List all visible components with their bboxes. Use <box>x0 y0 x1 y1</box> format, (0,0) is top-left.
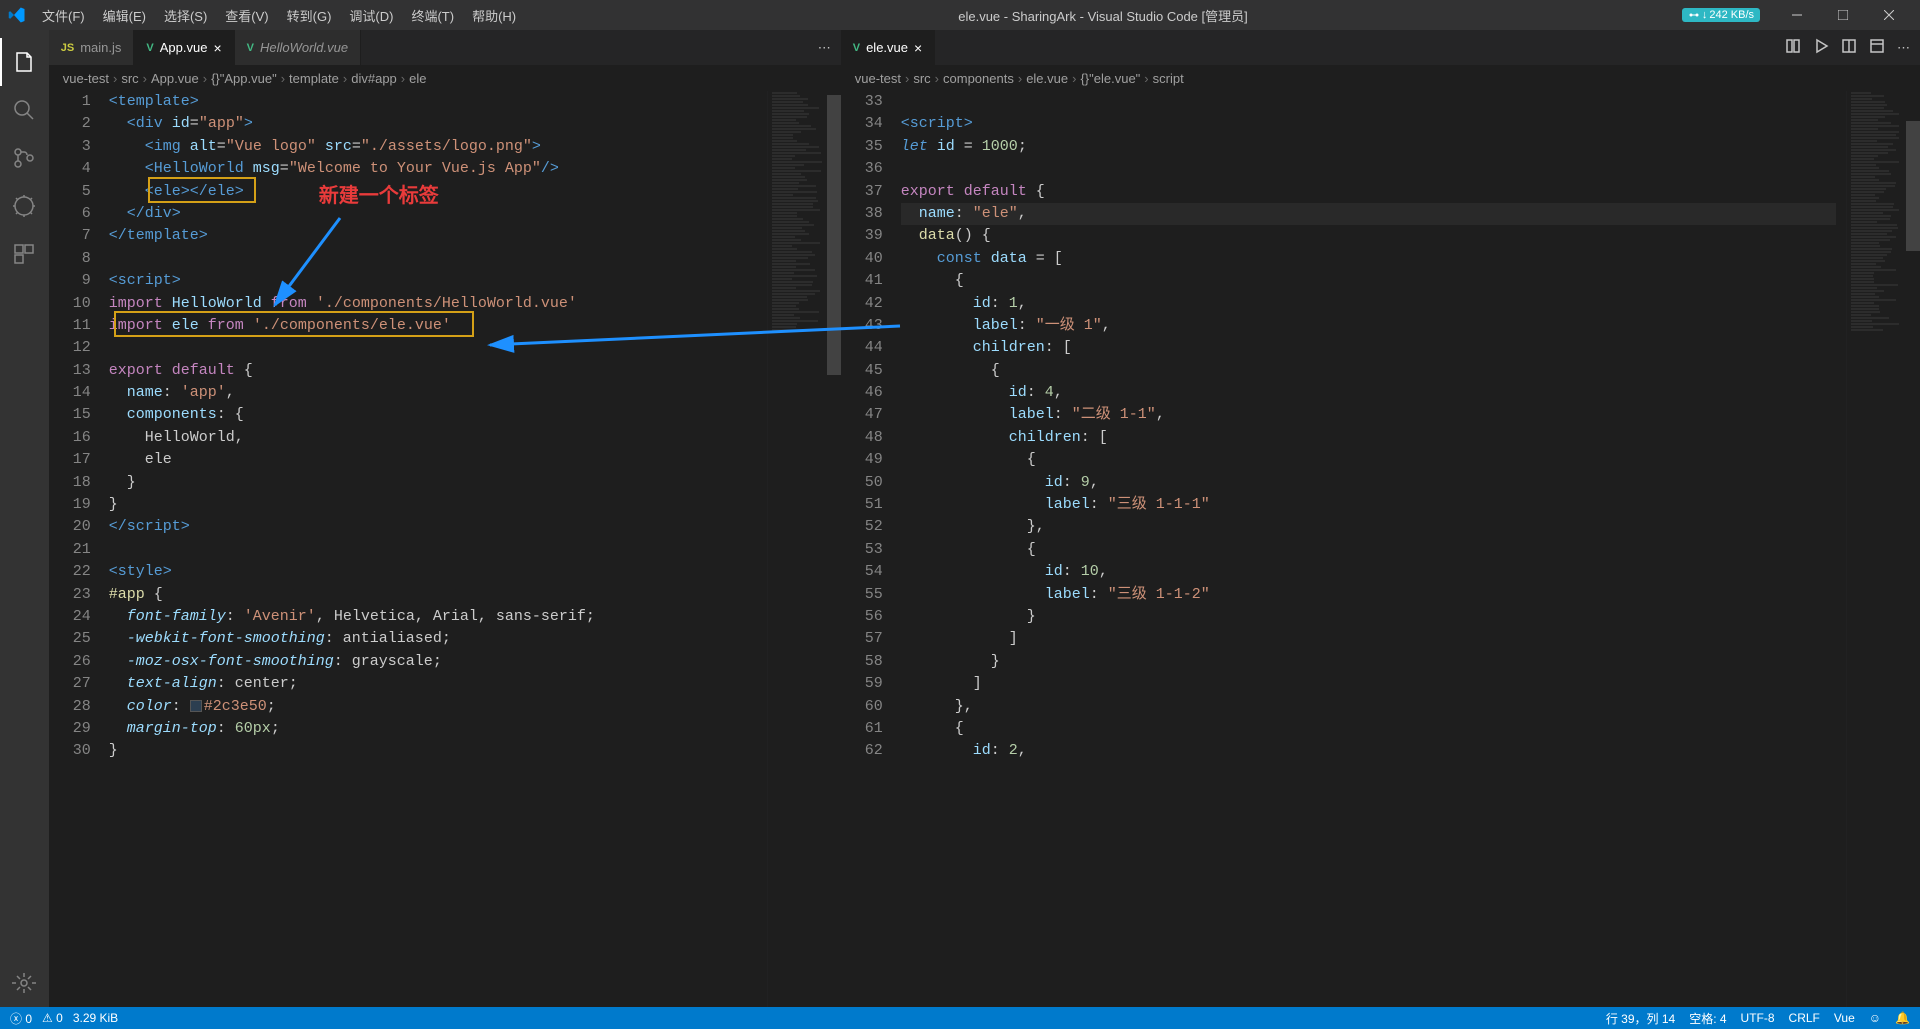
encoding-status[interactable]: UTF-8 <box>1741 1011 1775 1025</box>
editor-tab[interactable]: JS main.js <box>49 30 135 65</box>
breadcrumb-item[interactable]: {}"App.vue" <box>211 71 277 86</box>
breadcrumb-left[interactable]: vue-test › src › App.vue › {}"App.vue" ›… <box>49 65 841 91</box>
tab-label: HelloWorld.vue <box>260 40 348 55</box>
more-actions-icon[interactable]: ⋯ <box>1897 40 1910 56</box>
editor-tab[interactable]: Vele.vue × <box>841 30 935 65</box>
tab-bar-right: Vele.vue × ⋯ <box>841 30 1920 65</box>
close-button[interactable] <box>1866 0 1912 30</box>
errors-status[interactable]: ⓧ 0 <box>10 1010 32 1027</box>
tab-label: App.vue <box>160 40 208 55</box>
breadcrumb-separator: › <box>1144 71 1148 86</box>
notifications-icon[interactable]: 🔔 <box>1895 1011 1910 1025</box>
compare-icon[interactable] <box>1785 38 1801 57</box>
vue-file-icon: V <box>146 42 153 54</box>
breadcrumb-item[interactable]: ele <box>409 71 426 86</box>
js-file-icon: JS <box>61 42 74 54</box>
close-tab-icon[interactable]: × <box>213 40 221 56</box>
status-bar: ⓧ 0 ⚠ 0 3.29 KiB 行 39，列 14 空格: 4 UTF-8 C… <box>0 1007 1920 1029</box>
vue-file-icon: V <box>247 42 254 54</box>
breadcrumb-item[interactable]: App.vue <box>151 71 199 86</box>
tab-bar-left: JS main.js V App.vue × V HelloWorld.vue ⋯ <box>49 30 841 65</box>
minimize-button[interactable] <box>1774 0 1820 30</box>
menu-item[interactable]: 帮助(H) <box>464 2 524 29</box>
window-controls: ↓242 KB/s <box>1682 0 1912 30</box>
split-editor-icon[interactable] <box>1841 38 1857 57</box>
maximize-button[interactable] <box>1820 0 1866 30</box>
menu-item[interactable]: 查看(V) <box>217 2 276 29</box>
vertical-scrollbar[interactable] <box>827 91 841 1007</box>
editor-tab[interactable]: V HelloWorld.vue <box>235 30 362 65</box>
breadcrumb-separator: › <box>113 71 117 86</box>
tab-label: main.js <box>80 40 121 55</box>
vue-file-icon: V <box>853 42 860 54</box>
language-mode[interactable]: Vue <box>1834 1011 1855 1025</box>
title-bar: 文件(F)编辑(E)选择(S)查看(V)转到(G)调试(D)终端(T)帮助(H)… <box>0 0 1920 30</box>
close-tab-icon[interactable]: × <box>914 40 922 56</box>
cursor-position[interactable]: 行 39，列 14 <box>1606 1010 1675 1027</box>
breadcrumb-item[interactable]: template <box>289 71 339 86</box>
breadcrumb-item[interactable]: vue-test <box>855 71 901 86</box>
menu-item[interactable]: 调试(D) <box>341 2 401 29</box>
indentation-status[interactable]: 空格: 4 <box>1689 1010 1726 1027</box>
breadcrumb-item[interactable]: div#app <box>351 71 397 86</box>
vertical-scrollbar[interactable] <box>1906 91 1920 1007</box>
breadcrumb-separator: › <box>143 71 147 86</box>
layout-icon[interactable] <box>1869 38 1885 57</box>
window-title: ele.vue - SharingArk - Visual Studio Cod… <box>524 6 1682 25</box>
breadcrumb-separator: › <box>905 71 909 86</box>
search-icon[interactable] <box>0 86 48 134</box>
breadcrumb-separator: › <box>343 71 347 86</box>
breadcrumb-item[interactable]: script <box>1153 71 1184 86</box>
breadcrumb-separator: › <box>281 71 285 86</box>
breadcrumb-separator: › <box>935 71 939 86</box>
activity-bar <box>0 30 49 1007</box>
editor-left[interactable]: 1234567891011121314151617181920212223242… <box>49 91 841 1007</box>
menu-item[interactable]: 选择(S) <box>156 2 215 29</box>
code-body[interactable]: <script>let id = 1000; export default { … <box>901 91 1846 1007</box>
editor-right[interactable]: 3334353637383940414243444546474849505152… <box>841 91 1920 1007</box>
warnings-status[interactable]: ⚠ 0 <box>42 1011 63 1025</box>
more-actions-icon[interactable]: ⋯ <box>818 40 831 56</box>
minimap[interactable] <box>1846 91 1906 1007</box>
breadcrumb-item[interactable]: ele.vue <box>1026 71 1068 86</box>
vscode-logo-icon <box>8 6 26 24</box>
breadcrumb-item[interactable]: src <box>913 71 930 86</box>
run-icon[interactable] <box>1813 38 1829 57</box>
filesize-status: 3.29 KiB <box>73 1011 118 1025</box>
explorer-icon[interactable] <box>0 38 48 86</box>
breadcrumb-separator: › <box>401 71 405 86</box>
source-control-icon[interactable] <box>0 134 48 182</box>
minimap[interactable] <box>767 91 827 1007</box>
menu-item[interactable]: 终端(T) <box>403 2 462 29</box>
network-speed-badge: ↓242 KB/s <box>1682 8 1760 22</box>
menu-item[interactable]: 编辑(E) <box>95 2 154 29</box>
breadcrumb-item[interactable]: components <box>943 71 1014 86</box>
debug-icon[interactable] <box>0 182 48 230</box>
breadcrumb-item[interactable]: src <box>121 71 138 86</box>
tab-label: ele.vue <box>866 40 908 55</box>
breadcrumb-item[interactable]: {}"ele.vue" <box>1080 71 1140 86</box>
menu-item[interactable]: 文件(F) <box>34 2 93 29</box>
menu-bar: 文件(F)编辑(E)选择(S)查看(V)转到(G)调试(D)终端(T)帮助(H) <box>34 2 524 29</box>
feedback-icon[interactable]: ☺ <box>1869 1011 1881 1025</box>
code-body[interactable]: <template> <div id="app"> <img alt="Vue … <box>109 91 767 1007</box>
breadcrumb-separator: › <box>1072 71 1076 86</box>
extensions-icon[interactable] <box>0 230 48 278</box>
line-gutter: 1234567891011121314151617181920212223242… <box>49 91 109 1007</box>
editor-tab[interactable]: V App.vue × <box>134 30 234 65</box>
breadcrumb-separator: › <box>1018 71 1022 86</box>
eol-status[interactable]: CRLF <box>1789 1011 1820 1025</box>
settings-gear-icon[interactable] <box>0 959 48 1007</box>
breadcrumb-right[interactable]: vue-test › src › components › ele.vue › … <box>841 65 1920 91</box>
breadcrumb-separator: › <box>203 71 207 86</box>
menu-item[interactable]: 转到(G) <box>279 2 340 29</box>
line-gutter: 3334353637383940414243444546474849505152… <box>841 91 901 1007</box>
breadcrumb-item[interactable]: vue-test <box>63 71 109 86</box>
